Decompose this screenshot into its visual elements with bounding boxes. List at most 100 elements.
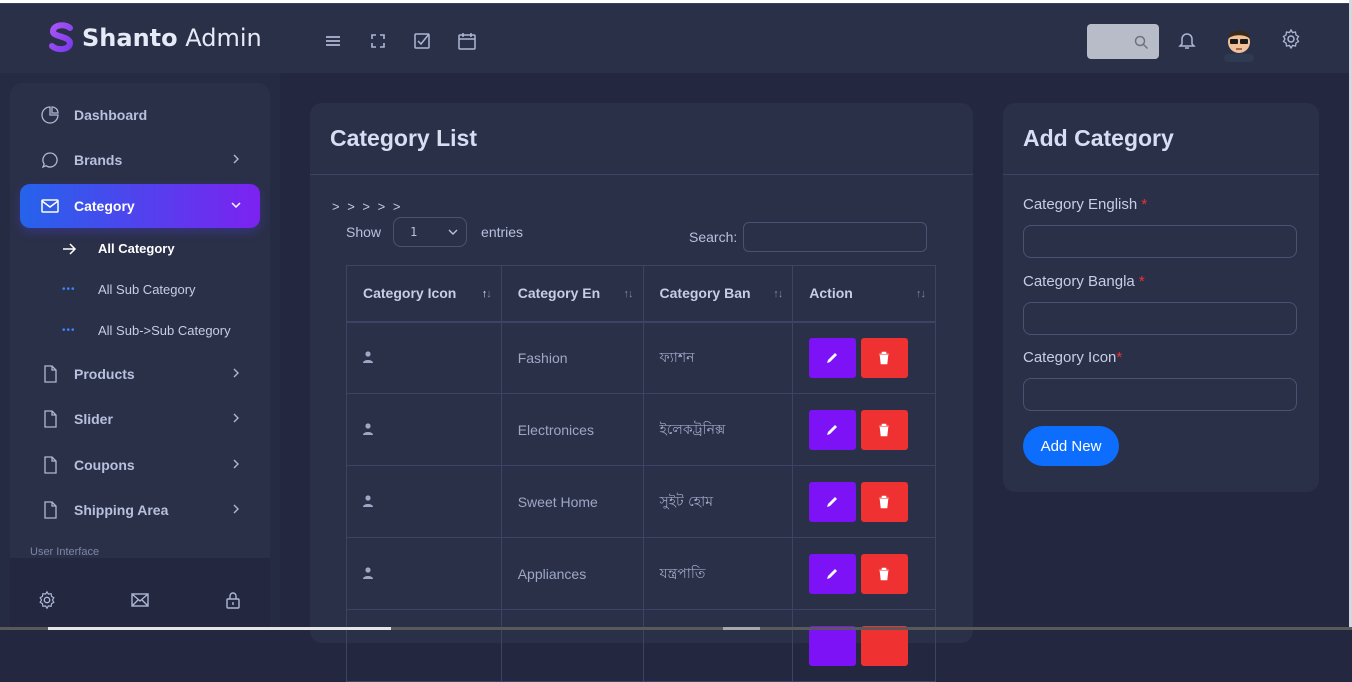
- settings-icon[interactable]: [37, 590, 57, 610]
- edit-button[interactable]: [809, 481, 857, 522]
- add-category-card: Add Category Category English * Category…: [1003, 103, 1319, 492]
- required-mark: *: [1141, 196, 1148, 213]
- category-icon-input[interactable]: [1023, 378, 1297, 411]
- label-text: Category Icon: [1023, 349, 1117, 366]
- entries-select[interactable]: 1: [393, 217, 468, 247]
- action-cell: [792, 393, 936, 466]
- sidebar-subitem-label: All Sub->Sub Category: [98, 323, 231, 338]
- topbar-search[interactable]: [1087, 24, 1159, 59]
- column-header-icon[interactable]: Category Icon ↑↓: [346, 265, 502, 323]
- checkbox-icon[interactable]: [411, 30, 433, 52]
- column-header-label: Category En: [517, 285, 601, 302]
- action-cell: [792, 465, 936, 538]
- lock-icon[interactable]: [223, 590, 243, 610]
- show-label: Show: [346, 224, 382, 240]
- action-cell: [792, 537, 936, 610]
- calendar-icon[interactable]: [456, 30, 478, 52]
- category-ban-cell: ইলেকট্রনিক্স: [642, 393, 794, 466]
- sidebar-item-shipping-area[interactable]: Shipping Area: [20, 488, 260, 532]
- search-icon: [1134, 35, 1149, 50]
- dots-icon: •••: [62, 284, 76, 295]
- bell-icon[interactable]: [1176, 29, 1198, 51]
- delete-button[interactable]: [861, 625, 909, 666]
- category-ban-cell: [642, 609, 794, 682]
- sidebar-item-brands[interactable]: Brands: [20, 138, 260, 182]
- search-label: Search:: [689, 229, 738, 245]
- user-icon: [363, 351, 373, 363]
- edit-button[interactable]: [809, 337, 857, 378]
- trash-icon: [879, 495, 890, 508]
- fullscreen-icon[interactable]: [367, 30, 389, 52]
- table-header-row: Category Icon ↑↓ Category En ↑↓ Category B…: [346, 265, 936, 323]
- pencil-icon: [827, 496, 838, 507]
- search-input[interactable]: [743, 222, 928, 252]
- sidebar-item-dashboard[interactable]: Dashboard: [20, 93, 260, 137]
- category-english-input[interactable]: [1023, 225, 1297, 258]
- form-title: Add Category: [1023, 125, 1174, 151]
- category-icon-cell: [346, 465, 502, 538]
- label-text: Category English: [1023, 196, 1138, 213]
- sidebar-subitem-all-sub-sub-category[interactable]: ••• All Sub->Sub Category: [62, 323, 231, 338]
- sidebar: Dashboard Brands Category All Category •…: [10, 83, 270, 558]
- category-en-cell: Appliances: [500, 537, 644, 610]
- category-table: Category Icon ↑↓ Category En ↑↓ Category B…: [346, 265, 936, 682]
- sidebar-item-products[interactable]: Products: [20, 352, 260, 396]
- delete-button[interactable]: [861, 337, 909, 378]
- sidebar-subitem-label: All Category: [98, 241, 175, 256]
- user-icon: [363, 422, 373, 435]
- sidebar-item-coupons[interactable]: Coupons: [20, 443, 260, 487]
- sort-icon: ↑↓: [623, 288, 634, 300]
- sidebar-item-slider[interactable]: Slider: [20, 397, 260, 441]
- sidebar-subitem-all-category[interactable]: All Category: [62, 241, 175, 256]
- sort-icon: ↑↓: [773, 288, 783, 300]
- avatar[interactable]: [1222, 24, 1256, 62]
- envelope-icon[interactable]: [130, 590, 150, 610]
- category-english-label: Category English *: [1023, 196, 1147, 213]
- chevron-down-icon: [448, 229, 458, 235]
- category-icon-cell: [346, 321, 502, 394]
- delete-button[interactable]: [861, 553, 909, 594]
- menu-icon[interactable]: [322, 30, 344, 52]
- entries-length-control: Show 1 entries: [346, 217, 523, 247]
- brand-logo[interactable]: Shanto Admin: [48, 22, 262, 54]
- delete-button[interactable]: [861, 409, 909, 450]
- category-ban-cell: ফ্যাশন: [642, 321, 794, 394]
- pencil-icon: [827, 568, 838, 579]
- category-en-cell: Electronices: [500, 393, 644, 466]
- category-en-cell: [500, 609, 644, 682]
- column-header-en[interactable]: Category En ↑↓: [500, 265, 644, 323]
- delete-button[interactable]: [861, 481, 909, 522]
- pencil-icon: [827, 424, 838, 435]
- edit-button[interactable]: [809, 553, 857, 594]
- column-header-action[interactable]: Action ↑↓: [792, 265, 936, 323]
- file-icon: [44, 456, 57, 474]
- table-row: [346, 609, 936, 682]
- logo-s-icon: [49, 22, 74, 53]
- breadcrumb: > > > > >: [332, 199, 403, 214]
- chevron-right-icon: [233, 413, 239, 423]
- category-bangla-input[interactable]: [1023, 302, 1297, 335]
- action-cell: [792, 321, 936, 394]
- action-cell: [792, 609, 936, 682]
- edit-button[interactable]: [809, 409, 857, 450]
- entries-label: entries: [481, 224, 524, 240]
- category-list-card: Category List > > > > > Show 1 entries S…: [310, 103, 973, 682]
- column-header-ban[interactable]: Category Ban ↑↓: [642, 265, 794, 323]
- chat-icon: [41, 152, 58, 169]
- sidebar-section-label: User Interface: [30, 546, 100, 558]
- sidebar-subitem-label: All Sub Category: [98, 282, 196, 297]
- table-row: Sweet Home সুইট হোম: [346, 465, 936, 538]
- edit-button[interactable]: [809, 625, 857, 666]
- dots-icon: •••: [62, 325, 76, 336]
- sidebar-item-label: Shipping Area: [74, 502, 169, 518]
- card-header: Category List: [310, 103, 973, 175]
- sidebar-item-label: Slider: [74, 411, 113, 427]
- arrow-right-icon: [63, 242, 77, 255]
- chevron-right-icon: [233, 459, 239, 469]
- user-icon: [363, 494, 373, 507]
- card-header: Add Category: [1003, 103, 1319, 175]
- sidebar-item-category[interactable]: Category: [20, 184, 260, 228]
- gear-icon[interactable]: [1280, 28, 1302, 50]
- add-new-button[interactable]: Add New: [1023, 426, 1119, 466]
- sidebar-subitem-all-sub-category[interactable]: ••• All Sub Category: [62, 282, 196, 297]
